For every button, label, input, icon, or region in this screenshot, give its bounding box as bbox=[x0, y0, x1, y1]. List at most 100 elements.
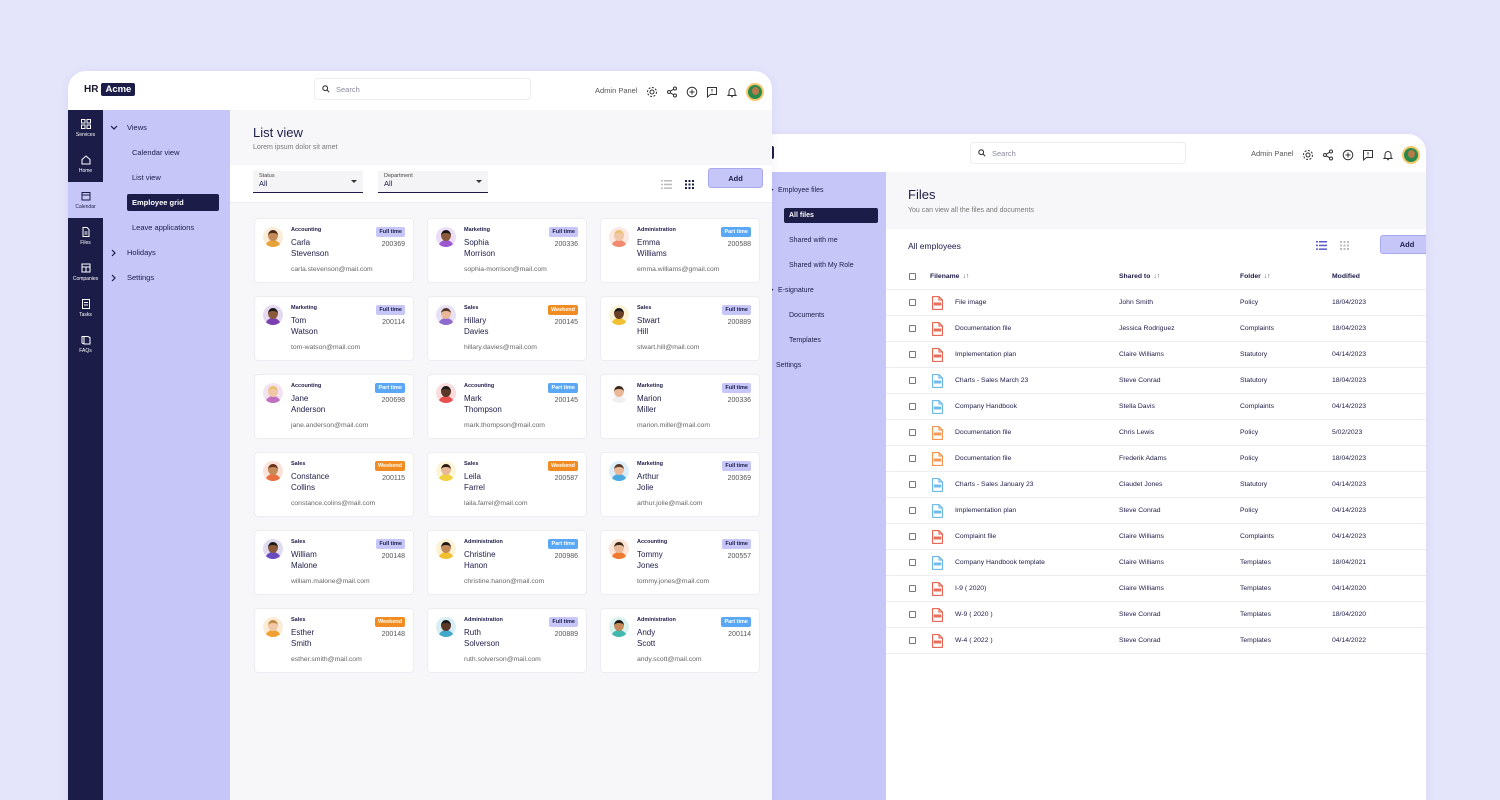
employee-name[interactable]: Emma Williams bbox=[637, 237, 707, 259]
file-row[interactable]: W-4 ( 2022 ) Steve Conrad Templates 04/1… bbox=[886, 628, 1426, 654]
row-checkbox[interactable] bbox=[909, 403, 916, 410]
feedback-icon[interactable] bbox=[706, 86, 718, 98]
employee-card[interactable]: Administration Emma Williams Part time 2… bbox=[600, 218, 760, 283]
file-name[interactable]: W-9 ( 2020 ) bbox=[955, 611, 993, 618]
file-name[interactable]: Documentation file bbox=[955, 455, 1011, 462]
row-checkbox[interactable] bbox=[909, 299, 916, 306]
file-name[interactable]: W-4 ( 2022 ) bbox=[955, 637, 993, 644]
employee-name[interactable]: Jane Anderson bbox=[291, 393, 361, 415]
file-row[interactable]: Documentation file Frederik Adams Policy… bbox=[886, 446, 1426, 472]
employee-card[interactable]: Marketing Sophia Morrison Full time 2003… bbox=[427, 218, 587, 283]
col-modified[interactable]: Modified bbox=[1332, 273, 1360, 280]
rail-faqs[interactable]: FAQs bbox=[68, 326, 103, 362]
search-input[interactable]: Search bbox=[970, 142, 1186, 164]
employee-card[interactable]: Sales Esther Smith Weekend 200148 esther… bbox=[254, 608, 414, 673]
employee-card[interactable]: Sales Leila Farrel Weekend 200587 laila.… bbox=[427, 452, 587, 517]
nav-list-view[interactable]: List view bbox=[103, 165, 230, 190]
employee-name[interactable]: Esther Smith bbox=[291, 627, 361, 649]
employee-card[interactable]: Marketing Tom Watson Full time 200114 to… bbox=[254, 296, 414, 361]
nav-leave-applications[interactable]: Leave applications bbox=[103, 215, 230, 240]
rail-companies[interactable]: Companies bbox=[68, 254, 103, 290]
employee-email[interactable]: esther.smith@mail.com bbox=[291, 656, 362, 663]
bell-icon[interactable] bbox=[1382, 149, 1394, 161]
employee-email[interactable]: andy.scott@mail.com bbox=[637, 656, 702, 663]
list-view-icon[interactable] bbox=[661, 180, 672, 189]
employee-name[interactable]: Leila Farrel bbox=[464, 471, 534, 493]
share-icon[interactable] bbox=[1322, 149, 1334, 161]
employee-email[interactable]: emma.williams@gmail.com bbox=[637, 266, 719, 273]
row-checkbox[interactable] bbox=[909, 429, 916, 436]
nav-shared-with-me[interactable]: Shared with me bbox=[756, 228, 886, 253]
nav-employee-files[interactable]: Employee files bbox=[756, 178, 886, 203]
employee-card[interactable]: Marketing Arthur Jolie Full time 200369 … bbox=[600, 452, 760, 517]
employee-card[interactable]: Accounting Carla Stevenson Full time 200… bbox=[254, 218, 414, 283]
list-view-icon[interactable] bbox=[1316, 241, 1327, 250]
employee-card[interactable]: Administration Ruth Solverson Full time … bbox=[427, 608, 587, 673]
file-name[interactable]: I-9 ( 2020) bbox=[955, 585, 986, 592]
row-checkbox[interactable] bbox=[909, 585, 916, 592]
admin-panel-link[interactable]: Admin Panel bbox=[595, 86, 638, 95]
nav-employee-grid[interactable]: Employee grid bbox=[103, 190, 230, 215]
nav-templates[interactable]: Templates bbox=[756, 328, 886, 353]
employee-email[interactable]: william.malone@mail.com bbox=[291, 578, 370, 585]
settings-icon[interactable] bbox=[646, 86, 658, 98]
employee-name[interactable]: Tommy Jones bbox=[637, 549, 707, 571]
file-row[interactable]: Charts - Sales March 23 Steve Conrad Sta… bbox=[886, 368, 1426, 394]
employee-name[interactable]: Ruth Solverson bbox=[464, 627, 534, 649]
employee-name[interactable]: Hillary Davies bbox=[464, 315, 534, 337]
employee-name[interactable]: Tom Watson bbox=[291, 315, 361, 337]
employee-card[interactable]: Sales William Malone Full time 200148 wi… bbox=[254, 530, 414, 595]
grid-view-icon[interactable] bbox=[1340, 241, 1349, 250]
row-checkbox[interactable] bbox=[909, 377, 916, 384]
employee-email[interactable]: stwart.hill@mail.com bbox=[637, 344, 699, 351]
row-checkbox[interactable] bbox=[909, 325, 916, 332]
employee-card[interactable]: Accounting Tommy Jones Full time 200557 … bbox=[600, 530, 760, 595]
employee-email[interactable]: sophia-morrison@mail.com bbox=[464, 266, 547, 273]
add-button[interactable]: Add bbox=[1380, 235, 1426, 254]
file-row[interactable]: Charts - Sales January 23 Claudet Jones … bbox=[886, 472, 1426, 498]
employee-email[interactable]: laila.farrel@mail.com bbox=[464, 500, 528, 507]
employee-card[interactable]: Sales Stwart Hill Full time 200889 stwar… bbox=[600, 296, 760, 361]
file-row[interactable]: Implementation plan Claire Williams Stat… bbox=[886, 342, 1426, 368]
employee-email[interactable]: tom-watson@mail.com bbox=[291, 344, 360, 351]
department-select[interactable]: Department All bbox=[378, 171, 488, 193]
grid-view-icon[interactable] bbox=[685, 180, 694, 189]
employee-name[interactable]: Marion Miller bbox=[637, 393, 707, 415]
col-folder[interactable]: Folder ↓↑ bbox=[1240, 273, 1271, 280]
bell-icon[interactable] bbox=[726, 86, 738, 98]
row-checkbox[interactable] bbox=[909, 533, 916, 540]
employee-name[interactable]: William Malone bbox=[291, 549, 361, 571]
employee-email[interactable]: hillary.davies@mail.com bbox=[464, 344, 537, 351]
row-checkbox[interactable] bbox=[909, 559, 916, 566]
employee-email[interactable]: christine.hanon@mail.com bbox=[464, 578, 544, 585]
status-select[interactable]: Status All bbox=[253, 171, 363, 193]
select-all-checkbox[interactable] bbox=[909, 273, 916, 280]
employee-name[interactable]: Constance Collins bbox=[291, 471, 361, 493]
nav-all-files[interactable]: All files bbox=[756, 203, 886, 228]
row-checkbox[interactable] bbox=[909, 611, 916, 618]
employee-name[interactable]: Christine Hanon bbox=[464, 549, 534, 571]
rail-files[interactable]: Files bbox=[68, 218, 103, 254]
feedback-icon[interactable] bbox=[1362, 149, 1374, 161]
employee-card[interactable]: Administration Christine Hanon Part time… bbox=[427, 530, 587, 595]
settings-icon[interactable] bbox=[1302, 149, 1314, 161]
employee-email[interactable]: tommy.jones@mail.com bbox=[637, 578, 709, 585]
add-circle-icon[interactable] bbox=[1342, 149, 1354, 161]
file-row[interactable]: File image John Smith Policy 18/04/2023 bbox=[886, 290, 1426, 316]
employee-name[interactable]: Stwart Hill bbox=[637, 315, 707, 337]
employee-name[interactable]: Carla Stevenson bbox=[291, 237, 361, 259]
file-row[interactable]: Documentation file Chris Lewis Policy 5/… bbox=[886, 420, 1426, 446]
file-name[interactable]: Documentation file bbox=[955, 325, 1011, 332]
employee-card[interactable]: Accounting Jane Anderson Part time 20069… bbox=[254, 374, 414, 439]
nav-settings[interactable]: Settings bbox=[756, 353, 886, 378]
file-row[interactable]: I-9 ( 2020) Claire Williams Templates 04… bbox=[886, 576, 1426, 602]
employee-email[interactable]: marion.miller@mail.com bbox=[637, 422, 710, 429]
file-name[interactable]: Implementation plan bbox=[955, 507, 1016, 514]
nav-settings[interactable]: Settings bbox=[103, 265, 230, 290]
employee-email[interactable]: arthur.jolie@mail.com bbox=[637, 500, 702, 507]
nav-views[interactable]: Views bbox=[103, 115, 230, 140]
share-icon[interactable] bbox=[666, 86, 678, 98]
file-name[interactable]: Charts - Sales March 23 bbox=[955, 377, 1028, 384]
file-name[interactable]: File image bbox=[955, 299, 986, 306]
file-row[interactable]: Documentation file Jessica Rodriguez Com… bbox=[886, 316, 1426, 342]
